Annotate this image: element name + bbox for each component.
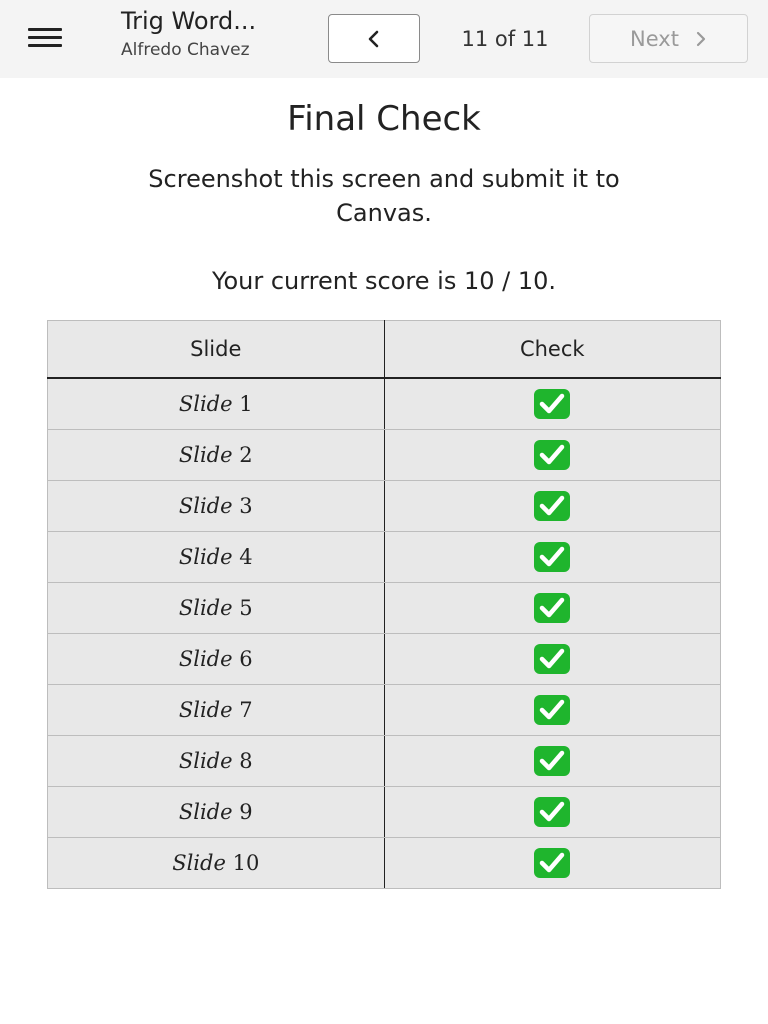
check-cell [384, 786, 721, 838]
check-cell [384, 837, 721, 889]
table-header-row: Slide Check [47, 320, 721, 379]
slide-cell: Slide 8 [47, 735, 385, 787]
slide-cell: Slide 3 [47, 480, 385, 532]
table-row: Slide 10 [47, 837, 721, 889]
slide-cell: Slide 4 [47, 531, 385, 583]
slide-word: Slide [172, 851, 226, 875]
table-row: Slide 9 [47, 786, 721, 838]
check-cell [384, 684, 721, 736]
green-check-icon [534, 644, 571, 674]
slide-word: Slide [178, 545, 233, 569]
chevron-left-icon [368, 30, 379, 47]
slide-cell: Slide 9 [47, 786, 385, 838]
table-row: Slide 5 [47, 582, 721, 634]
green-check-icon [534, 593, 571, 623]
slide-cell: Slide 7 [47, 684, 385, 736]
slide-cell: Slide 6 [47, 633, 385, 685]
slide-word: Slide [178, 392, 233, 416]
previous-button[interactable] [328, 14, 420, 63]
hamburger-menu-button[interactable] [22, 20, 70, 56]
menu-line-icon [28, 28, 62, 31]
slide-number: 10 [232, 851, 260, 875]
slide-number: 3 [239, 494, 253, 518]
check-cell [384, 531, 721, 583]
green-check-icon [534, 389, 571, 419]
slide-number: 8 [239, 749, 253, 773]
chevron-right-icon [696, 31, 706, 46]
slide-cell: Slide 2 [47, 429, 385, 481]
column-header-check: Check [384, 320, 721, 379]
table-body: Slide 1 Slide 2 Slide 3 Slide 4 Slide 5 Slide… [47, 378, 721, 889]
slide-word: Slide [178, 698, 233, 722]
page-title: Final Check [287, 99, 481, 139]
check-cell [384, 378, 721, 430]
slide-number: 4 [239, 545, 253, 569]
green-check-icon [534, 695, 571, 725]
check-cell [384, 735, 721, 787]
check-cell [384, 633, 721, 685]
top-bar: Trig Word... Alfredo Chavez 11 of 11 Nex… [0, 0, 768, 78]
slide-word: Slide [178, 596, 233, 620]
slide-number: 2 [239, 443, 253, 467]
score-text: Your current score is 10 / 10. [211, 267, 557, 295]
menu-line-icon [28, 44, 62, 47]
green-check-icon [534, 797, 571, 827]
activity-title-block: Trig Word... Alfredo Chavez [121, 4, 321, 62]
table-row: Slide 1 [47, 378, 721, 430]
slide-word: Slide [178, 647, 233, 671]
check-table: Slide Check Slide 1 Slide 2 Slide 3 Slide 4… [47, 320, 721, 889]
page-counter: 11 of 11 [461, 27, 549, 51]
check-cell [384, 480, 721, 532]
slide-cell: Slide 1 [47, 378, 385, 430]
green-check-icon [534, 542, 571, 572]
table-row: Slide 2 [47, 429, 721, 481]
slide-word: Slide [178, 443, 233, 467]
slide-word: Slide [178, 494, 233, 518]
check-cell [384, 429, 721, 481]
slide-word: Slide [178, 800, 233, 824]
slide-cell: Slide 5 [47, 582, 385, 634]
table-row: Slide 4 [47, 531, 721, 583]
menu-line-icon [28, 36, 62, 39]
green-check-icon [534, 746, 571, 776]
green-check-icon [534, 440, 571, 470]
slide-number: 9 [239, 800, 253, 824]
green-check-icon [534, 848, 571, 878]
table-row: Slide 7 [47, 684, 721, 736]
slide-number: 7 [239, 698, 253, 722]
table-row: Slide 8 [47, 735, 721, 787]
slide-number: 1 [239, 392, 253, 416]
check-cell [384, 582, 721, 634]
slide-number: 6 [239, 647, 253, 671]
author-name: Alfredo Chavez [121, 40, 250, 60]
next-label: Next [630, 26, 679, 51]
slide-number: 5 [239, 596, 253, 620]
slide-cell: Slide 10 [47, 837, 385, 889]
green-check-icon [534, 491, 571, 521]
next-button[interactable]: Next [589, 14, 748, 63]
instructions-text: Screenshot this screen and submit it to … [148, 165, 620, 227]
table-row: Slide 6 [47, 633, 721, 685]
column-header-slide: Slide [47, 320, 385, 379]
table-row: Slide 3 [47, 480, 721, 532]
slide-word: Slide [178, 749, 233, 773]
activity-title: Trig Word... [121, 7, 257, 35]
